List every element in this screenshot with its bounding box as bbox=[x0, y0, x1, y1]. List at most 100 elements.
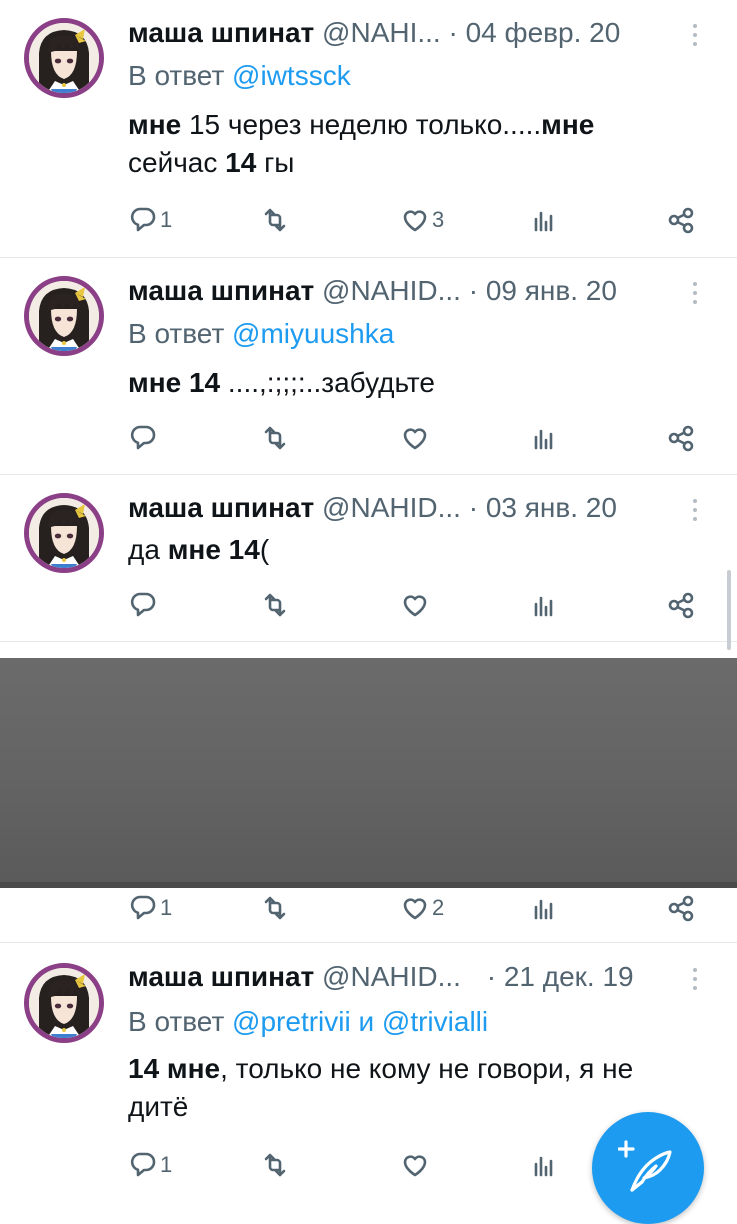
redacted-overlay bbox=[0, 658, 737, 888]
reply-button[interactable] bbox=[128, 418, 160, 458]
share-button[interactable] bbox=[666, 888, 696, 928]
retweet-button[interactable] bbox=[260, 200, 292, 240]
retweet-button[interactable] bbox=[260, 888, 292, 928]
like-icon bbox=[403, 898, 427, 920]
tweet[interactable]: маша шпинат @NAHID... · 09 янв. 20 В отв… bbox=[0, 258, 737, 474]
reply-button[interactable]: 1 bbox=[128, 1145, 172, 1185]
views-button[interactable] bbox=[530, 888, 560, 928]
scrollbar[interactable] bbox=[727, 570, 731, 650]
like-icon bbox=[403, 1155, 427, 1177]
views-button[interactable] bbox=[530, 418, 560, 458]
like-button[interactable] bbox=[400, 418, 432, 458]
user-handle[interactable]: @NAHID... bbox=[322, 275, 461, 306]
share-button[interactable] bbox=[666, 200, 696, 240]
retweet-button[interactable] bbox=[260, 1145, 292, 1185]
retweet-icon bbox=[264, 208, 286, 232]
avatar-image bbox=[29, 968, 99, 1038]
like-button[interactable] bbox=[400, 585, 432, 625]
reply-prefix: В ответ bbox=[128, 1006, 233, 1037]
tweet-text: мне 15 через неделю только.....мне сейча… bbox=[128, 106, 688, 182]
display-name[interactable]: маша шпинат bbox=[128, 275, 314, 306]
tweet-text-run: 15 через неделю только..... bbox=[181, 109, 542, 140]
retweet-button[interactable] bbox=[260, 585, 292, 625]
separator-dot: · bbox=[468, 492, 479, 523]
views-icon bbox=[534, 1156, 553, 1177]
more-icon[interactable] bbox=[691, 499, 699, 526]
like-icon bbox=[403, 428, 427, 450]
views-button[interactable] bbox=[530, 1145, 560, 1185]
compose-button[interactable] bbox=[592, 1112, 704, 1224]
reply-count: 1 bbox=[160, 895, 173, 920]
share-button[interactable] bbox=[666, 418, 696, 458]
display-name[interactable]: маша шпинат bbox=[128, 961, 314, 992]
separator-dot: · bbox=[486, 961, 497, 992]
avatar[interactable] bbox=[24, 963, 104, 1043]
views-button[interactable] bbox=[530, 585, 560, 625]
tweet-text-run: мне 14 bbox=[128, 367, 221, 398]
display-name[interactable]: маша шпинат bbox=[128, 17, 314, 48]
retweet-button[interactable] bbox=[260, 418, 292, 458]
tweet-text: 14 мне, только не кому не говори, я не д… bbox=[128, 1050, 688, 1126]
avatar[interactable] bbox=[24, 493, 104, 573]
like-icon bbox=[403, 595, 427, 617]
action-bar bbox=[0, 418, 737, 458]
tweet-text: да мне 14( bbox=[128, 531, 688, 569]
tweet[interactable]: маша шпинат @NAHID... · 03 янв. 20 да мн… bbox=[0, 475, 737, 641]
tweet-text-run: ....,:;;;:..забудьте bbox=[220, 367, 435, 398]
tweet-date[interactable]: 03 янв. 20 bbox=[486, 492, 617, 523]
avatar-image bbox=[29, 23, 99, 93]
tweet-header: маша шпинат @NAHID... · 03 янв. 20 bbox=[128, 490, 617, 526]
tweet[interactable]: маша шпинат @NAHI... · 04 февр. 20 В отв… bbox=[0, 0, 737, 257]
reply-mention-link[interactable]: @iwtssck bbox=[232, 60, 351, 91]
action-bar: 13 bbox=[0, 200, 737, 240]
retweet-icon bbox=[264, 1153, 286, 1177]
reply-to-line: В ответ @pretrivii и @trivialli bbox=[128, 1004, 488, 1040]
avatar[interactable] bbox=[24, 276, 104, 356]
share-icon bbox=[668, 425, 694, 452]
like-button[interactable]: 3 bbox=[400, 200, 444, 240]
display-name[interactable]: маша шпинат bbox=[128, 492, 314, 523]
retweet-icon bbox=[264, 896, 286, 920]
views-icon bbox=[534, 596, 553, 617]
tweet[interactable]: 12 bbox=[0, 888, 737, 942]
reply-count: 1 bbox=[160, 207, 173, 232]
tweet-text-run: 14 bbox=[225, 147, 257, 178]
reply-mention-link[interactable]: @pretrivii и @trivialli bbox=[232, 1006, 488, 1037]
avatar[interactable] bbox=[24, 18, 104, 98]
more-icon[interactable] bbox=[691, 24, 699, 51]
tweet-header: маша шпинат @NAHID... · 09 янв. 20 bbox=[128, 273, 617, 309]
retweet-icon bbox=[264, 426, 286, 450]
reply-count: 1 bbox=[160, 1152, 173, 1177]
like-button[interactable]: 2 bbox=[400, 888, 444, 928]
share-button[interactable] bbox=[666, 585, 696, 625]
reply-to-line: В ответ @iwtssck bbox=[128, 58, 351, 94]
tweet-date[interactable]: 21 дек. 19 bbox=[504, 961, 634, 992]
like-count: 3 bbox=[432, 207, 445, 232]
views-button[interactable] bbox=[530, 200, 560, 240]
reply-button[interactable] bbox=[128, 585, 160, 625]
user-handle[interactable]: @NAHI... bbox=[322, 17, 441, 48]
retweet-icon bbox=[264, 593, 286, 617]
compose-icon bbox=[618, 1140, 672, 1192]
user-handle[interactable]: @NAHID... bbox=[322, 492, 461, 523]
tweet-date[interactable]: 09 янв. 20 bbox=[486, 275, 617, 306]
tweet-date[interactable]: 04 февр. 20 bbox=[466, 17, 621, 48]
avatar-image bbox=[29, 281, 99, 351]
reply-icon bbox=[130, 425, 156, 450]
more-icon[interactable] bbox=[691, 282, 699, 309]
action-bar bbox=[0, 585, 737, 625]
views-icon bbox=[534, 899, 553, 920]
reply-mention-link[interactable]: @miyuushka bbox=[232, 318, 394, 349]
reply-button[interactable]: 1 bbox=[128, 200, 172, 240]
action-bar: 12 bbox=[0, 888, 737, 928]
share-icon bbox=[668, 592, 694, 619]
reply-button[interactable]: 1 bbox=[128, 888, 172, 928]
like-button[interactable] bbox=[400, 1145, 432, 1185]
more-icon[interactable] bbox=[691, 968, 699, 995]
reply-prefix: В ответ bbox=[128, 60, 233, 91]
user-handle[interactable]: @NAHID... bbox=[322, 961, 461, 992]
like-icon bbox=[403, 210, 427, 232]
tweet-text-run: мне 14 bbox=[167, 534, 260, 565]
tweet-text-run: мне bbox=[128, 109, 182, 140]
tweet-text-run: 14 мне bbox=[128, 1053, 221, 1084]
